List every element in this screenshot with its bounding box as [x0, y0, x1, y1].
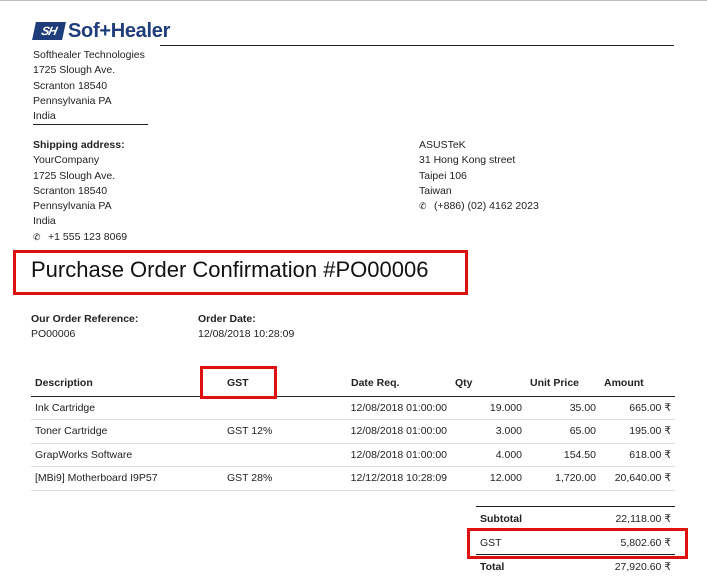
- document-title: Purchase Order Confirmation #PO00006: [31, 257, 429, 282]
- vendor-phone: ✆ (+886) (02) 4162 2023: [419, 199, 539, 214]
- company-logo: SH Sof+Healer: [32, 19, 171, 42]
- cell-amount: 195.00 ₹: [600, 419, 675, 444]
- header-unit-price: Unit Price: [526, 371, 600, 397]
- shipping-line: Pennsylvania PA: [33, 200, 112, 213]
- gst-total-highlight-box: [467, 528, 688, 559]
- logo-mark-icon: SH: [32, 22, 66, 40]
- vendor-line: ASUSTeK: [419, 139, 466, 151]
- table-row: Ink Cartridge 12/08/2018 01:00:00 19.000…: [31, 396, 675, 420]
- order-lines-table: Description GST Date Req. Qty Unit Price…: [31, 371, 675, 491]
- table-header-row: Description GST Date Req. Qty Unit Price…: [31, 371, 675, 397]
- cell-gst: GST 28%: [201, 466, 311, 491]
- cell-unit-price: 35.00: [526, 396, 600, 420]
- vendor-line: Taiwan: [419, 184, 452, 197]
- cell-amount: 20,640.00 ₹: [600, 466, 675, 491]
- gst-header-highlight-box: [200, 366, 277, 399]
- cell-date-req: 12/08/2018 01:00:00: [311, 443, 451, 467]
- cell-amount: 665.00 ₹: [600, 396, 675, 420]
- shipping-line: 1725 Slough Ave.: [33, 169, 116, 182]
- shipping-line: Scranton 18540: [33, 184, 108, 197]
- order-date-value: 12/08/2018 10:28:09: [198, 328, 295, 340]
- company-line: India: [33, 110, 56, 123]
- cell-gst: [201, 396, 311, 420]
- subtotal-value: 22,118.00 ₹: [563, 506, 675, 531]
- cell-qty: 3.000: [451, 419, 526, 444]
- subtotal-row: Subtotal 22,118.00 ₹: [476, 506, 675, 531]
- company-address: Softhealer Technologies 1725 Slough Ave.…: [33, 48, 145, 124]
- cell-gst: GST 12%: [201, 419, 311, 444]
- cell-amount: 618.00 ₹: [600, 443, 675, 467]
- shipping-line: YourCompany: [33, 154, 100, 167]
- cell-gst: [201, 443, 311, 467]
- order-date: Order Date: 12/08/2018 10:28:09: [198, 312, 294, 342]
- shipping-address: Shipping address: YourCompany 1725 Sloug…: [33, 138, 127, 245]
- company-line: 1725 Slough Ave.: [33, 64, 116, 77]
- company-line: Pennsylvania PA: [33, 94, 112, 107]
- order-reference: Our Order Reference: PO00006: [31, 312, 138, 342]
- cell-qty: 19.000: [451, 396, 526, 420]
- top-border: [0, 0, 707, 1]
- cell-unit-price: 154.50: [526, 443, 600, 467]
- table-row: Toner Cartridge GST 12% 12/08/2018 01:00…: [31, 419, 675, 444]
- cell-qty: 12.000: [451, 466, 526, 491]
- cell-qty: 4.000: [451, 443, 526, 467]
- order-date-label: Order Date:: [198, 313, 256, 325]
- company-rule: [33, 124, 148, 125]
- order-reference-value: PO00006: [31, 328, 76, 340]
- table-row: GrapWorks Software 12/08/2018 01:00:00 4…: [31, 443, 675, 467]
- logo-text: Sof+Healer: [68, 19, 171, 42]
- vendor-line: 31 Hong Kong street: [419, 154, 516, 167]
- header-rule: [160, 45, 674, 46]
- cell-description: GrapWorks Software: [31, 443, 201, 467]
- header-amount: Amount: [600, 371, 675, 397]
- shipping-label: Shipping address:: [33, 139, 125, 151]
- shipping-phone: ✆ +1 555 123 8069: [33, 230, 127, 245]
- subtotal-label: Subtotal: [476, 506, 564, 531]
- company-line: Softhealer Technologies: [33, 49, 145, 61]
- cell-date-req: 12/08/2018 01:00:00: [311, 396, 451, 420]
- header-date-req: Date Req.: [311, 371, 451, 397]
- cell-description: Toner Cartridge: [31, 419, 201, 444]
- shipping-line: India: [33, 215, 56, 228]
- vendor-line: Taipei 106: [419, 169, 467, 182]
- cell-unit-price: 65.00: [526, 419, 600, 444]
- cell-description: [MBi9] Motherboard I9P57: [31, 466, 201, 491]
- cell-unit-price: 1,720.00: [526, 466, 600, 491]
- phone-icon: ✆: [419, 201, 427, 212]
- shipping-phone-number: +1 555 123 8069: [48, 230, 128, 243]
- vendor-address: ASUSTeK 31 Hong Kong street Taipei 106 T…: [419, 138, 539, 214]
- company-line: Scranton 18540: [33, 79, 108, 92]
- phone-icon: ✆: [33, 231, 41, 242]
- cell-description: Ink Cartridge: [31, 396, 201, 420]
- cell-date-req: 12/12/2018 10:28:09: [311, 466, 451, 491]
- order-reference-label: Our Order Reference:: [31, 313, 139, 325]
- header-qty: Qty: [451, 371, 526, 397]
- vendor-phone-number: (+886) (02) 4162 2023: [434, 200, 539, 213]
- cell-date-req: 12/08/2018 01:00:00: [311, 419, 451, 444]
- table-row: [MBi9] Motherboard I9P57 GST 28% 12/12/2…: [31, 466, 675, 491]
- header-description: Description: [31, 371, 201, 397]
